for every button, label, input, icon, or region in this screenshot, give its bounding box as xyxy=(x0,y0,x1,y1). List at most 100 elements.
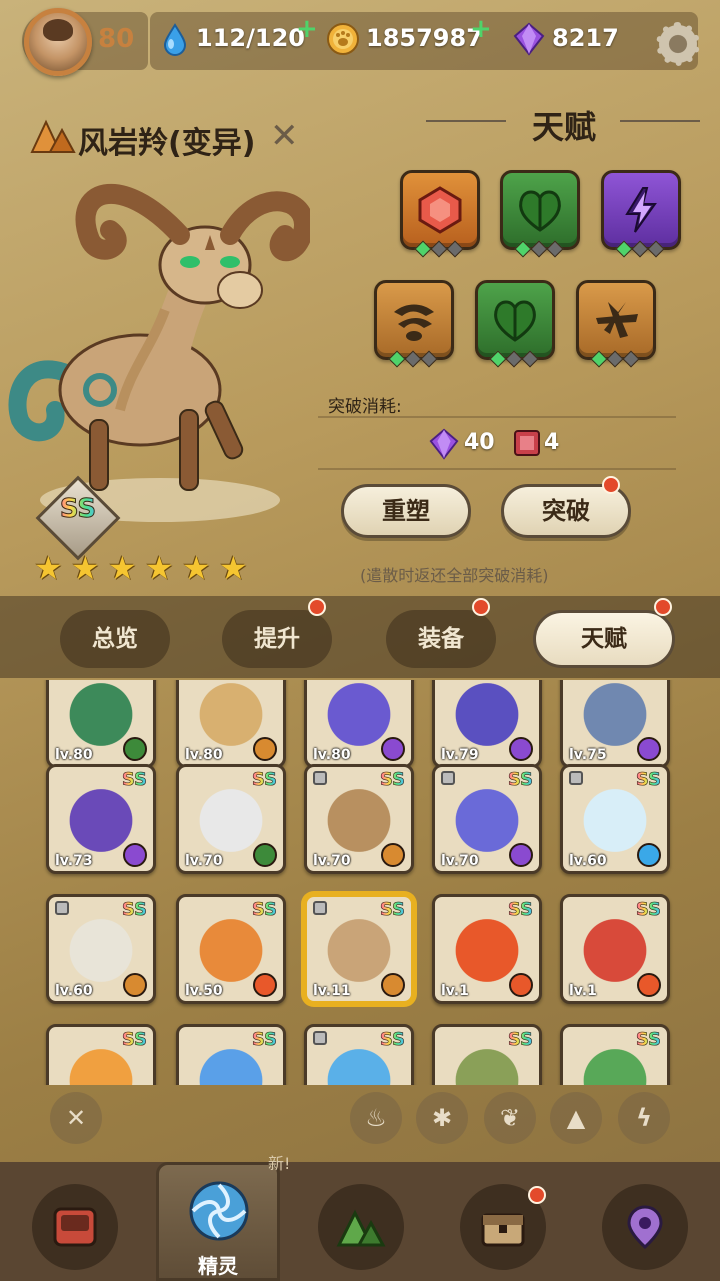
divider xyxy=(318,416,676,418)
thunder-element-icon xyxy=(381,737,405,761)
tab-equipment[interactable]: 装备 xyxy=(386,610,496,668)
left-ornament xyxy=(426,120,506,122)
pet-level: lv.80 xyxy=(55,747,93,763)
pet-card[interactable]: SS xyxy=(46,1024,156,1085)
pet-card[interactable]: lv.75 xyxy=(560,680,670,768)
rank-ss-label: SS xyxy=(121,899,148,921)
ice-filter-icon[interactable]: ✱ xyxy=(416,1092,468,1144)
pet-card[interactable]: SS lv.70 xyxy=(176,764,286,874)
reshape-button[interactable]: 重塑 xyxy=(341,484,471,538)
rank-ss-label: SS xyxy=(251,1029,278,1051)
fire-element-icon xyxy=(509,973,533,997)
heart-gem-icon xyxy=(418,186,462,234)
lock-icon xyxy=(313,1031,327,1045)
rank-ss-label: SS xyxy=(379,769,406,791)
thunder-element-icon xyxy=(637,737,661,761)
rank-ss-label: SS xyxy=(635,899,662,921)
pet-card[interactable]: SS lv.1 xyxy=(560,894,670,1004)
notification-dot xyxy=(472,598,490,616)
top-bar: 80 112/120 + 1857987 + 8217 xyxy=(0,0,720,82)
pet-card[interactable]: SS lv.60 xyxy=(46,894,156,1004)
mountain-icon xyxy=(336,1209,386,1247)
add-energy-button[interactable]: + xyxy=(296,14,318,44)
pet-level: lv.70 xyxy=(313,853,351,869)
nav-location[interactable] xyxy=(602,1184,688,1270)
pet-card[interactable]: SS lv.73 xyxy=(46,764,156,874)
pet-card[interactable]: SS xyxy=(560,1024,670,1085)
lock-icon xyxy=(441,771,455,785)
leaf-filter-icon[interactable]: ❦ xyxy=(484,1092,536,1144)
rank-ss-label: SS xyxy=(635,769,662,791)
pet-card[interactable]: lv.80 xyxy=(304,680,414,768)
breakthrough-cost-label: 突破消耗: xyxy=(328,397,402,417)
talent-slot-5[interactable] xyxy=(475,280,555,368)
thunder-element-icon xyxy=(509,843,533,867)
talent-slot-6[interactable] xyxy=(576,280,656,368)
tab-talent[interactable]: 天赋 xyxy=(533,610,675,668)
pet-roster: lv.80 lv.80 lv.80 lv.79 lv.75 SS lv.73 SS lv.70 S… xyxy=(0,680,720,1085)
energy-count: 112/120 xyxy=(196,24,305,52)
pet-card[interactable]: SS lv.11 xyxy=(304,894,414,1004)
notification-dot xyxy=(308,598,326,616)
fire-filter-icon[interactable]: ♨ xyxy=(350,1092,402,1144)
settings-gear-icon[interactable] xyxy=(656,22,700,66)
talent-slot-4[interactable] xyxy=(374,280,454,368)
lock-icon xyxy=(313,771,327,785)
talent-slot-1[interactable] xyxy=(400,170,480,258)
talent-slot-3[interactable] xyxy=(601,170,681,258)
add-coins-button[interactable]: + xyxy=(470,14,492,44)
coin-count: 1857987 xyxy=(366,24,483,52)
earth-element-icon xyxy=(123,973,147,997)
notification-dot xyxy=(602,476,620,494)
spirit-swirl-icon xyxy=(189,1181,249,1241)
pet-card[interactable]: SS xyxy=(176,1024,286,1085)
tab-upgrade[interactable]: 提升 xyxy=(222,610,332,668)
pet-level: lv.60 xyxy=(55,983,93,999)
rank-ss-label: SS xyxy=(251,899,278,921)
sand-swirl-icon xyxy=(394,304,434,341)
pet-card[interactable]: lv.80 xyxy=(46,680,156,768)
pet-level: lv.50 xyxy=(185,983,223,999)
pet-level: lv.70 xyxy=(185,853,223,869)
pet-level: lv.1 xyxy=(441,983,469,999)
pet-card[interactable]: lv.79 xyxy=(432,680,542,768)
pet-card[interactable]: SS lv.50 xyxy=(176,894,286,1004)
refund-note: (遣散时返还全部突破消耗) xyxy=(360,566,549,585)
nav-backpack[interactable] xyxy=(32,1184,118,1270)
lock-icon xyxy=(569,771,583,785)
earth-filter-icon[interactable]: ▲ xyxy=(550,1092,602,1144)
notification-dot xyxy=(528,1186,546,1204)
player-level: 80 xyxy=(98,24,135,54)
pet-level: lv.1 xyxy=(569,983,597,999)
star-icon: ★ xyxy=(219,549,248,587)
purple-gem-icon xyxy=(429,428,459,460)
pet-card[interactable]: SS xyxy=(432,1024,542,1085)
earth-element-icon xyxy=(381,973,405,997)
pet-card[interactable]: SS lv.70 xyxy=(304,764,414,874)
tab-overview[interactable]: 总览 xyxy=(60,610,170,668)
player-avatar[interactable] xyxy=(24,8,92,76)
rank-ss-label: SS xyxy=(121,769,148,791)
clear-filter-button[interactable]: ✕ xyxy=(50,1092,102,1144)
water-drop-icon xyxy=(163,23,187,56)
ice-element-icon xyxy=(637,843,661,867)
right-ornament xyxy=(620,120,700,122)
pet-card[interactable]: SS lv.70 xyxy=(432,764,542,874)
nav-map[interactable] xyxy=(318,1184,404,1270)
cross-slash-icon xyxy=(596,302,638,338)
pet-card[interactable]: SS xyxy=(304,1024,414,1085)
talent-slot-2[interactable] xyxy=(500,170,580,258)
talent-title: 天赋 xyxy=(532,108,597,146)
thunder-filter-icon[interactable]: ϟ xyxy=(618,1092,670,1144)
earth-element-icon xyxy=(253,737,277,761)
purple-gem-icon xyxy=(513,22,545,56)
pet-card[interactable]: SS lv.1 xyxy=(432,894,542,1004)
pet-card[interactable]: SS lv.60 xyxy=(560,764,670,874)
star-icon: ★ xyxy=(182,549,211,587)
pet-card[interactable]: lv.80 xyxy=(176,680,286,768)
bottom-nav: 精灵 新! xyxy=(0,1154,720,1281)
rank-ss-label: SS xyxy=(379,1029,406,1051)
pet-portrait-image xyxy=(8,183,310,522)
divider xyxy=(318,468,676,470)
star-icon: ★ xyxy=(34,549,63,587)
